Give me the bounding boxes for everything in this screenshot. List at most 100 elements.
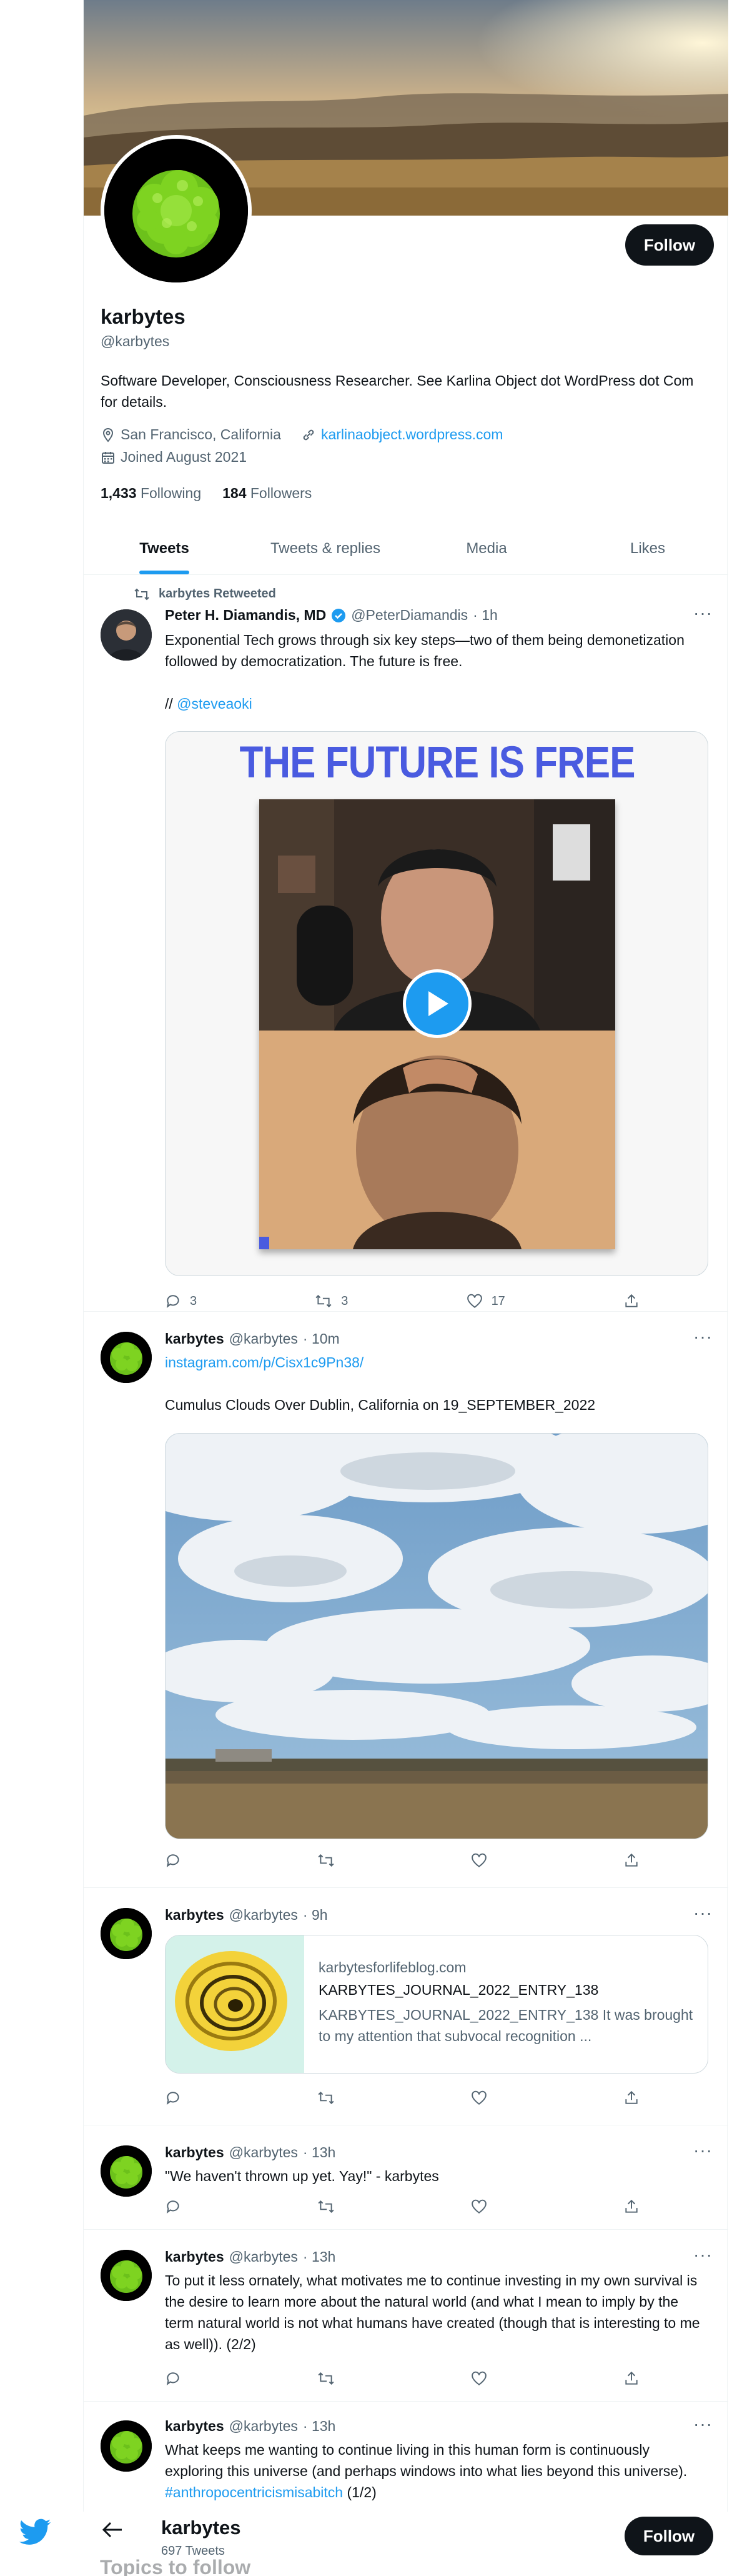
- tweet-avatar[interactable]: [101, 1332, 152, 1383]
- reply-button[interactable]: [165, 1852, 181, 1869]
- back-arrow-icon: [102, 2522, 122, 2538]
- retweet-button[interactable]: [317, 1852, 335, 1869]
- retweet-button[interactable]: [317, 2199, 335, 2215]
- retweet-icon: [134, 588, 149, 600]
- share-icon: [625, 2199, 638, 2213]
- like-button[interactable]: [471, 1852, 487, 1869]
- more-options-icon[interactable]: ···: [693, 2140, 713, 2160]
- tweet-photo[interactable]: [165, 1433, 708, 1839]
- website-link[interactable]: karlinaobject.wordpress.com: [321, 426, 503, 443]
- tweet-time[interactable]: · 9h: [303, 1907, 328, 1924]
- tweet-time[interactable]: · 13h: [303, 2144, 335, 2161]
- share-button[interactable]: [623, 1293, 640, 1309]
- like-button[interactable]: [471, 2370, 487, 2387]
- followers-link[interactable]: 184 Followers: [222, 485, 312, 502]
- reply-button[interactable]: [165, 2199, 181, 2215]
- reply-count: 3: [190, 1294, 197, 1308]
- tweet-time[interactable]: · 1h: [473, 607, 498, 624]
- retweet-button[interactable]: [317, 2370, 335, 2387]
- sticky-follow-button[interactable]: Follow: [625, 2517, 713, 2555]
- tweet-header: karbytes @karbytes · 9h: [165, 1907, 328, 1924]
- tab-tweets-replies[interactable]: Tweets & replies: [245, 525, 406, 574]
- author-name[interactable]: karbytes: [165, 2249, 224, 2265]
- tweet-5[interactable]: karbytes @karbytes · 13h ··· To put it l…: [84, 2230, 728, 2402]
- author-handle[interactable]: @karbytes: [229, 1907, 298, 1924]
- tweet-time[interactable]: · 13h: [303, 2418, 335, 2435]
- tweet-4[interactable]: karbytes @karbytes · 13h ··· "We haven't…: [84, 2125, 728, 2230]
- link-card[interactable]: karbytesforlifeblog.com KARBYTES_JOURNAL…: [165, 1935, 708, 2074]
- heart-icon: [472, 1853, 487, 1867]
- reply-button[interactable]: [165, 2370, 181, 2387]
- reply-button[interactable]: 3: [165, 1293, 197, 1309]
- tab-tweets[interactable]: Tweets: [84, 525, 245, 574]
- tweet-text: Cumulus Clouds Over Dublin, California o…: [165, 1397, 596, 1413]
- share-icon: [625, 1294, 638, 1307]
- author-handle[interactable]: @karbytes: [229, 2418, 298, 2435]
- profile-avatar[interactable]: [101, 135, 252, 286]
- tab-media-label: Media: [466, 540, 507, 557]
- more-options-icon[interactable]: ···: [693, 2245, 713, 2265]
- share-button[interactable]: [623, 2370, 640, 2387]
- follow-counts: 1,433 Following 184 Followers: [101, 485, 312, 502]
- tweet-time[interactable]: · 13h: [303, 2249, 335, 2265]
- back-button[interactable]: [102, 2520, 123, 2542]
- share-button[interactable]: [623, 1852, 640, 1869]
- profile-name: karbytes: [101, 305, 185, 328]
- author-name[interactable]: karbytes: [165, 1330, 224, 1347]
- tab-tweets-replies-label: Tweets & replies: [270, 540, 381, 557]
- author-handle[interactable]: @PeterDiamandis: [351, 607, 468, 624]
- retweet-icon: [315, 1295, 332, 1307]
- tweet-3[interactable]: karbytes @karbytes · 9h ··· karbytesforl…: [84, 1888, 728, 2125]
- tweet-avatar[interactable]: [101, 2420, 152, 2472]
- author-name[interactable]: karbytes: [165, 1907, 224, 1924]
- like-button[interactable]: [471, 2090, 487, 2106]
- tab-likes[interactable]: Likes: [567, 525, 728, 574]
- twitter-logo-icon[interactable]: [17, 2519, 52, 2550]
- followers-label: Followers: [250, 485, 312, 501]
- profile-bio: Software Developer, Consciousness Resear…: [101, 372, 694, 410]
- tweet-avatar[interactable]: [101, 1908, 152, 1959]
- author-name[interactable]: Peter H. Diamandis, MD: [165, 607, 326, 624]
- profile-tabs: Tweets Tweets & replies Media Likes: [84, 525, 728, 575]
- share-button[interactable]: [623, 2090, 640, 2106]
- mention-link[interactable]: @steveaoki: [177, 696, 252, 712]
- active-tab-indicator: [139, 571, 189, 574]
- more-options-icon[interactable]: ···: [693, 1327, 713, 1347]
- instagram-link[interactable]: instagram.com/p/Cisx1c9Pn38/: [165, 1354, 364, 1370]
- follow-button[interactable]: Follow: [625, 224, 714, 266]
- author-handle[interactable]: @karbytes: [229, 2144, 298, 2161]
- more-options-icon[interactable]: ···: [693, 603, 713, 623]
- link-card-title: KARBYTES_JOURNAL_2022_ENTRY_138: [319, 1982, 599, 1998]
- retweet-button[interactable]: 3: [315, 1293, 348, 1309]
- calendar-icon: [102, 451, 114, 464]
- tweet-2[interactable]: karbytes @karbytes · 10m ··· instagram.c…: [84, 1312, 728, 1888]
- play-button[interactable]: [403, 969, 472, 1038]
- more-options-icon[interactable]: ···: [693, 2414, 713, 2434]
- reply-button[interactable]: [165, 2090, 181, 2106]
- like-button[interactable]: 17: [467, 1293, 505, 1309]
- joined-text: Joined August 2021: [121, 449, 247, 465]
- tweet-avatar[interactable]: [101, 2250, 152, 2301]
- tweet-1[interactable]: karbytes Retweeted Peter H. Diamandis, M…: [84, 576, 728, 1312]
- tweet-time[interactable]: · 10m: [303, 1330, 340, 1347]
- retweet-button[interactable]: [317, 2090, 335, 2106]
- video-player[interactable]: THE FUTURE IS FREE: [165, 731, 708, 1276]
- tweet-avatar[interactable]: [101, 609, 152, 661]
- following-link[interactable]: 1,433 Following: [101, 485, 201, 502]
- tweet-actions: 3 3 17: [165, 1293, 640, 1309]
- share-button[interactable]: [623, 2199, 640, 2215]
- share-icon: [625, 1853, 638, 1867]
- tab-media[interactable]: Media: [406, 525, 567, 574]
- profile-handle: @karbytes: [101, 333, 170, 349]
- more-options-icon[interactable]: ···: [693, 1903, 713, 1923]
- hashtag-link[interactable]: #anthropocentricismisabitch: [165, 2484, 343, 2500]
- author-name[interactable]: karbytes: [165, 2144, 224, 2161]
- tweet-mention-line: // @steveaoki: [165, 693, 708, 714]
- reply-icon: [166, 2200, 179, 2214]
- like-button[interactable]: [471, 2199, 487, 2215]
- author-handle[interactable]: @karbytes: [229, 1330, 298, 1347]
- author-handle[interactable]: @karbytes: [229, 2249, 298, 2265]
- heart-icon: [472, 2199, 487, 2214]
- tweet-avatar[interactable]: [101, 2145, 152, 2197]
- author-name[interactable]: karbytes: [165, 2418, 224, 2435]
